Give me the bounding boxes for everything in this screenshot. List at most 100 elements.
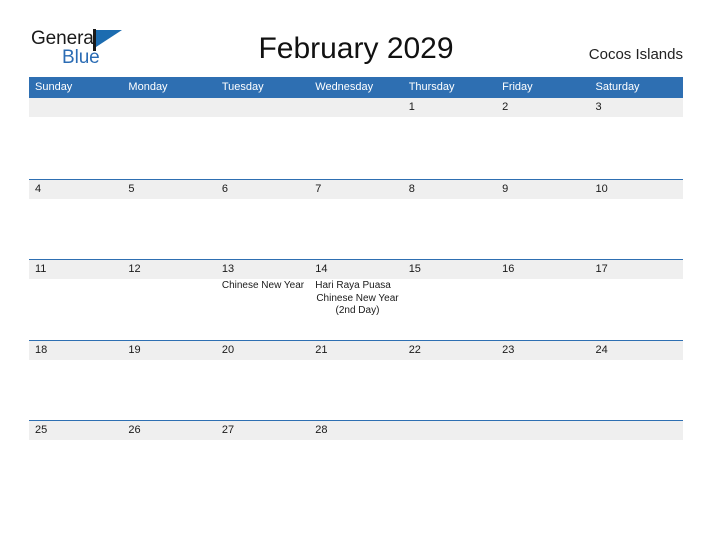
day-events [35,279,119,280]
day-events [596,360,680,361]
day-number: 16 [502,263,515,275]
day-number: 4 [35,182,42,195]
day-cell[interactable]: 21 [309,341,402,361]
day-number: 14 [315,263,328,275]
day-cell[interactable] [216,98,309,118]
day-number: 19 [128,343,141,356]
week-row: 11 12 13 Chinese New Year 14 Hari Raya P… [29,259,683,340]
day-events [35,360,119,361]
day-number [128,98,212,117]
weekday-header-row: Sunday Monday Tuesday Wednesday Thursday… [29,77,683,98]
day-cell[interactable] [29,98,122,118]
day-cell[interactable] [122,98,215,118]
event-label: Hari Raya Puasa [315,280,391,291]
day-events [502,279,586,280]
day-number: 12 [128,263,141,275]
day-events: Hari Raya Puasa Chinese New Year (2nd Da… [315,279,399,318]
day-cell[interactable]: 24 [590,341,683,361]
day-number: 1 [408,101,415,113]
day-cell[interactable]: 19 [122,341,215,361]
day-events [315,117,399,118]
day-cell[interactable] [496,421,589,441]
day-number [222,98,306,117]
day-events [128,440,212,441]
weekday-thursday: Thursday [408,81,455,93]
event-label: Chinese New Year (2nd Day) [316,292,399,317]
day-cell[interactable] [590,421,683,441]
day-cell[interactable]: 28 [309,421,402,441]
day-cell[interactable]: 17 [590,260,683,318]
day-cell[interactable]: 7 [309,180,402,200]
day-cell[interactable] [309,98,402,118]
day-events [315,360,399,361]
day-events [502,440,586,441]
day-cell[interactable]: 26 [122,421,215,441]
day-cell[interactable]: 15 [403,260,496,318]
day-cell[interactable]: 22 [403,341,496,361]
day-events [35,117,119,118]
day-events [409,199,493,200]
day-events [222,199,306,200]
day-events [315,440,399,441]
calendar-grid: Sunday Monday Tuesday Wednesday Thursday… [29,77,683,501]
day-number: 13 [221,263,235,275]
day-events [502,360,586,361]
weekday-saturday: Saturday [595,81,640,93]
day-events: Chinese New Year [222,279,306,293]
day-number: 20 [221,343,235,356]
day-number: 24 [595,343,608,356]
event-label: Chinese New Year [221,280,305,291]
week-row: 4 5 6 7 8 9 10 [29,178,683,260]
day-number [502,421,586,440]
day-events [35,199,119,200]
day-cell[interactable]: 3 [590,98,683,118]
day-number: 26 [128,424,141,436]
day-number: 28 [315,424,328,436]
day-number: 9 [502,182,509,195]
day-cell[interactable]: 1 [403,98,496,118]
day-cell[interactable]: 16 [496,260,589,318]
day-cell[interactable]: 27 [216,421,309,441]
day-cell[interactable]: 23 [496,341,589,361]
day-events [596,440,680,441]
weekday-monday: Monday [128,81,168,93]
day-cell[interactable]: 18 [29,341,122,361]
day-cell[interactable]: 13 Chinese New Year [216,260,309,318]
day-cell[interactable]: 6 [216,180,309,200]
day-events [128,279,212,280]
day-number [35,98,119,117]
day-cell[interactable]: 2 [496,98,589,118]
day-events [596,199,680,200]
day-events [128,199,212,200]
day-cell[interactable] [403,421,496,441]
day-cell[interactable]: 4 [29,180,122,200]
week-row: 18 19 20 21 22 23 24 [29,339,683,421]
day-events [222,117,306,118]
day-events [502,199,586,200]
day-cell[interactable]: 8 [403,180,496,200]
day-number: 22 [408,343,421,356]
day-number: 8 [408,182,415,195]
day-events [315,199,399,200]
day-number: 7 [315,182,322,195]
day-number: 5 [128,182,135,195]
day-number: 17 [595,263,608,275]
week-row: 1 2 3 [29,98,683,179]
day-cell[interactable]: 11 [29,260,122,318]
day-events [222,360,306,361]
day-cell[interactable]: 5 [122,180,215,200]
day-number: 2 [502,101,509,113]
day-events [596,117,680,118]
day-cell[interactable]: 12 [122,260,215,318]
day-number: 15 [408,263,421,275]
day-cell[interactable]: 25 [29,421,122,441]
day-cell[interactable]: 20 [216,341,309,361]
day-events [596,279,680,280]
day-cell[interactable]: 14 Hari Raya Puasa Chinese New Year (2nd… [309,260,402,318]
day-cell[interactable]: 10 [590,180,683,200]
day-events [502,117,586,118]
day-events [128,360,212,361]
day-cell[interactable]: 9 [496,180,589,200]
day-number: 18 [35,343,48,356]
day-number [315,98,399,117]
